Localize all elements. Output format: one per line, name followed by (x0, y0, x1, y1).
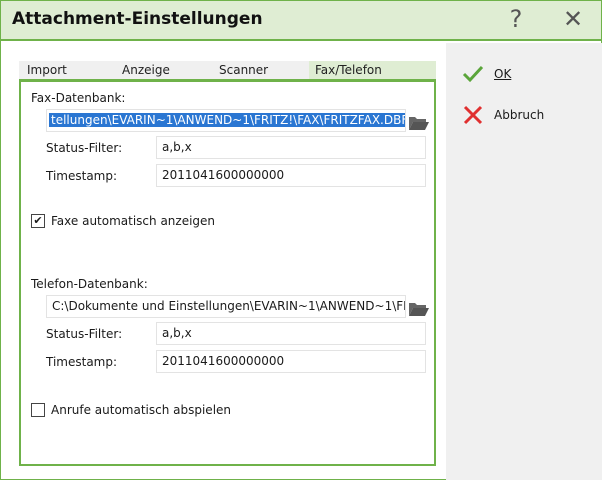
phone-db-input[interactable]: C:\Dokumente und Einstellungen\EVARIN~1\… (46, 295, 406, 318)
phone-db-label: Telefon-Datenbank: (31, 277, 148, 291)
phone-status-input[interactable]: a,b,x (156, 322, 426, 345)
phone-auto-label: Anrufe automatisch abspielen (51, 403, 232, 417)
fax-timestamp-label: Timestamp: (46, 169, 118, 183)
close-button[interactable]: ✕ (558, 5, 588, 33)
phone-timestamp-input[interactable]: 2011041600000000 (156, 350, 426, 373)
tab-anzeige[interactable]: Anzeige (122, 63, 170, 77)
action-panel: OK Abbruch (446, 43, 602, 480)
cancel-label: Abbruch (494, 108, 545, 122)
fax-auto-checkbox[interactable]: ✔ (31, 214, 45, 228)
fax-db-input[interactable]: tellungen\EVARIN~1\ANWEND~1\FRITZ!\FAX\F… (46, 109, 406, 132)
dialog-title: Attachment-Einstellungen (12, 9, 263, 29)
fax-auto-label: Faxe automatisch anzeigen (51, 214, 216, 228)
fax-timestamp-input[interactable]: 2011041600000000 (156, 164, 426, 187)
cancel-button[interactable]: Abbruch (462, 105, 544, 125)
ok-button[interactable]: OK (462, 65, 511, 83)
folder-open-icon[interactable] (408, 112, 430, 132)
phone-timestamp-label: Timestamp: (46, 355, 118, 369)
phone-auto-checkbox[interactable] (31, 403, 45, 417)
dialog-window: Attachment-Einstellungen ? ✕ OK Abbruch … (0, 0, 602, 480)
checkmark-icon (462, 65, 484, 83)
help-button[interactable]: ? (501, 5, 531, 33)
phone-status-label: Status-Filter: (46, 327, 123, 341)
fax-status-label: Status-Filter: (46, 141, 123, 155)
tab-scanner[interactable]: Scanner (219, 63, 268, 77)
fax-telefon-page: Fax-Datenbank: tellungen\EVARIN~1\ANWEND… (19, 79, 436, 466)
tab-fax-telefon[interactable]: Fax/Telefon (309, 61, 436, 79)
tab-import[interactable]: Import (27, 63, 67, 77)
ok-label: OK (494, 67, 512, 81)
folder-open-icon[interactable] (408, 298, 430, 318)
fax-db-label: Fax-Datenbank: (31, 91, 126, 105)
fax-status-input[interactable]: a,b,x (156, 136, 426, 159)
tab-strip: Import Anzeige Scanner Fax/Telefon (19, 61, 436, 79)
fax-db-value: tellungen\EVARIN~1\ANWEND~1\FRITZ!\FAX\F… (49, 113, 405, 127)
x-cross-icon (463, 105, 483, 125)
title-bar: Attachment-Einstellungen ? ✕ (1, 1, 601, 41)
